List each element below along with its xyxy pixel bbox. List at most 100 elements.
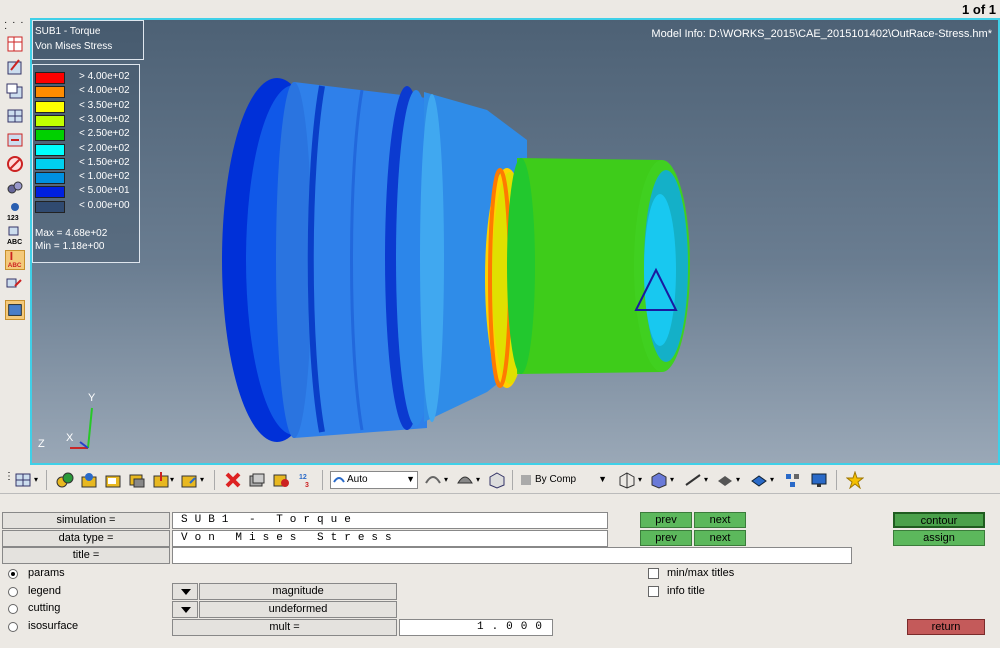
mult-field[interactable]: 1.000: [399, 619, 553, 636]
solid-dropdown-icon[interactable]: ▾: [670, 475, 674, 484]
datatype-next-button[interactable]: next: [694, 530, 746, 546]
contour-legend[interactable]: Max = 4.68e+02 Min = 1.18e+00 > 4.00e+02…: [32, 64, 140, 263]
graphics-viewport[interactable]: SUB1 - Torque Von Mises Stress Max = 4.6…: [30, 18, 1000, 465]
contour-button[interactable]: contour: [893, 512, 985, 528]
shell-icon[interactable]: [750, 471, 768, 489]
legend-swatch: [35, 157, 65, 170]
legend-row: < 0.00e+00: [35, 200, 139, 214]
legend-swatch: [35, 72, 65, 84]
shade-icon: [333, 477, 345, 483]
line-dropdown-icon[interactable]: ▾: [704, 475, 708, 484]
undeformed-selector[interactable]: undeformed: [199, 601, 397, 618]
simulation-prev-button[interactable]: prev: [640, 512, 692, 528]
legend-row: < 1.50e+02: [35, 157, 139, 171]
parts-icon[interactable]: [128, 471, 146, 489]
datatype-field[interactable]: Von Mises Stress: [172, 530, 608, 547]
shell-dropdown-icon[interactable]: ▾: [770, 475, 774, 484]
display-icon[interactable]: [14, 471, 32, 489]
shade-mode-select[interactable]: Auto ▼: [330, 471, 418, 489]
legend-value: < 1.00e+02: [79, 171, 130, 183]
box-dropdown-icon[interactable]: ▾: [638, 475, 642, 484]
style-dropdown-icon[interactable]: ▾: [444, 475, 448, 484]
contour-panel: simulation = SUB1 - Torque data type = V…: [0, 495, 1000, 648]
magnitude-selector[interactable]: magnitude: [199, 583, 397, 600]
folder-icon[interactable]: [104, 471, 122, 489]
page-layout-icon[interactable]: [5, 34, 25, 54]
target-icon[interactable]: [5, 154, 25, 174]
cube-icon[interactable]: [488, 471, 506, 489]
star-icon[interactable]: [846, 471, 864, 489]
return-button[interactable]: return: [907, 619, 985, 635]
minmax-titles-checkbox[interactable]: [648, 568, 659, 579]
window-edit-icon[interactable]: [5, 58, 25, 78]
radio-button[interactable]: [8, 604, 18, 614]
svg-text:ABC: ABC: [7, 239, 22, 246]
radio-label: isosurface: [28, 619, 79, 632]
monitor-icon[interactable]: [810, 471, 828, 489]
legend-value: < 0.00e+00: [79, 199, 130, 211]
datatype-title: Von Mises Stress: [35, 41, 113, 52]
title-selector[interactable]: title =: [2, 547, 170, 564]
axis-z-label: Z: [38, 438, 45, 450]
window-swap-icon[interactable]: [5, 130, 25, 150]
legend-swatch: [35, 86, 65, 99]
axis-x-label: X: [66, 432, 74, 444]
contour-label-icon[interactable]: ABC: [5, 250, 25, 270]
mask-dropdown-icon[interactable]: ▾: [170, 475, 174, 484]
toolbar-grip[interactable]: · · · ·: [4, 18, 30, 34]
undeformed-dropdown-button[interactable]: [172, 601, 198, 618]
unmask-icon[interactable]: [180, 471, 198, 489]
chevron-down-icon: ▼: [406, 474, 415, 484]
abc-label-icon[interactable]: ABC: [5, 226, 25, 246]
component-icon[interactable]: [56, 471, 74, 489]
display-dropdown-icon[interactable]: ▾: [34, 475, 38, 484]
network-icon[interactable]: [784, 471, 802, 489]
simulation-selector[interactable]: simulation =: [2, 512, 170, 529]
style-icon[interactable]: [424, 471, 442, 489]
datatype-selector[interactable]: data type =: [2, 530, 170, 547]
svg-text:12: 12: [299, 474, 307, 481]
shape-icon[interactable]: [456, 471, 474, 489]
radio-label: legend: [28, 584, 62, 597]
line-icon[interactable]: [684, 471, 702, 489]
legend-value: < 3.00e+02: [79, 113, 130, 125]
plane-icon[interactable]: [716, 471, 734, 489]
simulation-field[interactable]: SUB1 - Torque: [172, 512, 608, 529]
box-wire-icon[interactable]: [618, 471, 636, 489]
legend-swatch: [35, 114, 65, 127]
deform-icon[interactable]: [5, 274, 25, 294]
delete-icon[interactable]: [224, 471, 242, 489]
legend-min: Min = 1.18e+00: [35, 241, 105, 252]
minmax-titles-label: min/max titles: [667, 567, 735, 579]
entity-icon[interactable]: [248, 471, 266, 489]
legend-value: < 2.00e+02: [79, 142, 130, 154]
box-solid-icon[interactable]: [650, 471, 668, 489]
legend-swatch: [35, 100, 65, 113]
unmask-dropdown-icon[interactable]: ▾: [200, 475, 204, 484]
simulation-next-button[interactable]: next: [694, 512, 746, 528]
hide-icon[interactable]: [272, 471, 290, 489]
magnitude-dropdown-button[interactable]: [172, 583, 198, 600]
assembly-icon[interactable]: [80, 471, 98, 489]
title-field[interactable]: [172, 547, 852, 564]
assign-button[interactable]: assign: [893, 530, 985, 546]
mask-icon[interactable]: [152, 471, 170, 489]
numbering-icon[interactable]: 123: [298, 471, 316, 489]
shape-dropdown-icon[interactable]: ▾: [476, 475, 480, 484]
post-plot-icon[interactable]: [5, 300, 25, 320]
window-copy-icon[interactable]: [5, 82, 25, 102]
info-123-icon[interactable]: 123: [5, 202, 25, 222]
color-mode-icon: [521, 475, 531, 485]
info-title-label: info title: [667, 585, 705, 597]
radio-button[interactable]: [8, 569, 18, 579]
radio-button[interactable]: [8, 586, 18, 597]
window-grid-icon[interactable]: [5, 106, 25, 126]
view-rotate-icon[interactable]: [5, 178, 25, 198]
radio-button[interactable]: [8, 621, 18, 632]
color-mode-select[interactable]: By Comp ▼: [518, 471, 610, 489]
info-title-checkbox[interactable]: [648, 586, 659, 597]
plane-dropdown-icon[interactable]: ▾: [736, 475, 740, 484]
datatype-prev-button[interactable]: prev: [640, 530, 692, 546]
legend-swatch: [35, 186, 65, 199]
legend-swatch: [35, 200, 65, 213]
